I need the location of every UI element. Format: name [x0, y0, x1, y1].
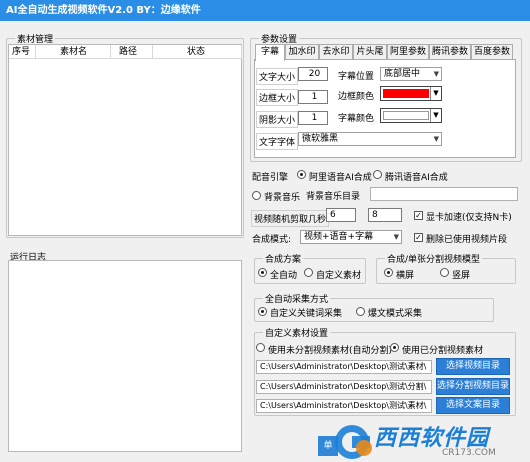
shadow-size-label: 阴影大小 — [256, 111, 299, 128]
font-family-select[interactable]: 微软雅黑 ▼ — [298, 132, 442, 146]
compose-mode-value: 视频+语音+字幕 — [304, 232, 374, 242]
radio-full-auto[interactable] — [258, 268, 267, 277]
custom-material-group-title: 自定义素材设置 — [263, 326, 331, 339]
font-size-label: 文字大小 — [256, 68, 299, 85]
border-color-label: 边框颜色 — [338, 92, 375, 102]
font-family-label: 文字字体 — [256, 133, 299, 150]
radio-landscape[interactable] — [384, 268, 393, 277]
tab-remove-watermark[interactable]: 去水印 — [319, 44, 353, 60]
tab-baidu-params[interactable]: 百度参数 — [471, 44, 513, 60]
border-color-picker[interactable]: ▼ — [380, 86, 442, 101]
compose-mode-label: 合成模式: — [252, 235, 292, 245]
chevron-down-icon: ▼ — [430, 87, 441, 100]
radio-keyword-collect-label: 自定义关键词采集 — [270, 309, 343, 319]
radio-ali-voice-label: 阿里语音AI合成 — [309, 173, 372, 183]
chevron-down-icon: ▼ — [430, 109, 441, 122]
copy-dir-input[interactable]: C:\Users\Administrator\Desktop\测试\素材\ — [256, 399, 432, 413]
font-size-input[interactable]: 20 — [298, 67, 328, 81]
radio-landscape-label: 横屏 — [396, 271, 415, 281]
column-header-status[interactable]: 状态 — [153, 45, 242, 59]
radio-viral-collect-label: 爆文模式采集 — [368, 309, 423, 319]
radio-tencent-voice-label: 腾讯语音AI合成 — [385, 173, 448, 183]
radio-portrait-label: 竖屏 — [452, 271, 471, 281]
random-cut-min-input[interactable]: 6 — [326, 208, 356, 222]
column-header-path[interactable]: 路径 — [111, 45, 153, 59]
subtitle-color-label: 字幕颜色 — [338, 114, 375, 124]
split-group-title: 合成/单张分割视频模型 — [385, 252, 483, 265]
dub-engine-label: 配音引擎 — [252, 173, 289, 183]
chevron-down-icon: ▼ — [393, 233, 399, 241]
column-header-name[interactable]: 素材名 — [36, 45, 111, 59]
delete-used-checkbox[interactable]: ✓ — [414, 233, 423, 242]
material-list[interactable]: 序号 素材名 路径 状态 — [8, 44, 242, 236]
video-dir-input[interactable]: C:\Users\Administrator\Desktop\测试\素材\ — [256, 360, 432, 374]
compose-mode-select[interactable]: 视频+语音+字幕 ▼ — [300, 230, 402, 244]
watermark-url: CR173.COM — [442, 448, 496, 458]
border-color-swatch — [383, 89, 429, 98]
column-header-index[interactable]: 序号 — [9, 45, 36, 59]
window-title: AI全自动生成视频软件V2.0 BY：边缘软件 — [0, 0, 530, 21]
bgm-label: 背景音乐 — [264, 193, 301, 203]
auto-collect-group-title: 全自动采集方式 — [263, 292, 331, 305]
radio-viral-collect[interactable] — [356, 307, 365, 316]
font-family-value: 微软雅黑 — [302, 134, 339, 144]
radio-custom-material[interactable] — [304, 268, 313, 277]
chevron-down-icon: ▼ — [433, 70, 439, 78]
bgm-dir-label: 背景音乐目录 — [306, 192, 361, 202]
random-cut-label: 视频随机剪取几秒 — [251, 210, 330, 227]
tab-subtitle[interactable]: 字幕 — [255, 44, 285, 61]
select-copy-dir-button[interactable]: 选择文案目录 — [436, 397, 510, 414]
chevron-down-icon: ▼ — [433, 135, 439, 143]
delete-used-label: 删除已使用视频片段 — [426, 235, 508, 245]
gpu-accel-label: 显卡加速(仅支持N卡) — [426, 213, 512, 223]
radio-full-auto-label: 全自动 — [270, 271, 298, 281]
tab-ali-params[interactable]: 阿里参数 — [387, 44, 429, 60]
border-size-input[interactable]: 1 — [298, 90, 328, 104]
radio-ali-voice[interactable] — [297, 170, 306, 179]
tab-intro-outro[interactable]: 片头尾 — [353, 44, 387, 60]
radio-keyword-collect[interactable] — [258, 307, 267, 316]
radio-custom-material-label: 自定义素材 — [316, 271, 362, 281]
radio-unsplit-video[interactable] — [256, 343, 265, 352]
subtitle-position-label: 字幕位置 — [338, 72, 375, 82]
radio-split-video-label: 使用已分割视频素材 — [402, 346, 484, 356]
scheme-group-title: 合成方案 — [263, 252, 304, 265]
tab-add-watermark[interactable]: 加水印 — [285, 44, 319, 60]
bgm-toggle[interactable] — [252, 191, 261, 200]
radio-portrait[interactable] — [440, 268, 449, 277]
border-size-label: 边框大小 — [256, 89, 299, 106]
subtitle-color-picker[interactable]: ▼ — [380, 108, 442, 123]
watermark: 西西软件园 CR173.COM — [330, 418, 530, 462]
shadow-size-input[interactable]: 1 — [298, 111, 328, 125]
radio-tencent-voice[interactable] — [373, 170, 382, 179]
log-textbox[interactable] — [8, 260, 242, 452]
subtitle-color-swatch — [383, 111, 429, 120]
subtitle-position-value: 底部居中 — [384, 69, 421, 79]
subtitle-position-select[interactable]: 底部居中 ▼ — [380, 67, 442, 81]
split-dir-input[interactable]: C:\Users\Administrator\Desktop\测试\分割\ — [256, 380, 432, 394]
select-split-dir-button[interactable]: 选择分割视频目录 — [436, 378, 510, 395]
radio-split-video[interactable] — [390, 343, 399, 352]
random-cut-max-input[interactable]: 8 — [368, 208, 402, 222]
gpu-accel-checkbox[interactable]: ✓ — [414, 211, 423, 220]
bgm-dir-input[interactable] — [370, 187, 518, 201]
tab-tencent-params[interactable]: 腾讯参数 — [429, 44, 471, 60]
radio-unsplit-video-label: 使用未分割视频素材(自动分割) — [268, 346, 393, 356]
select-video-dir-button[interactable]: 选择视频目录 — [436, 358, 510, 375]
